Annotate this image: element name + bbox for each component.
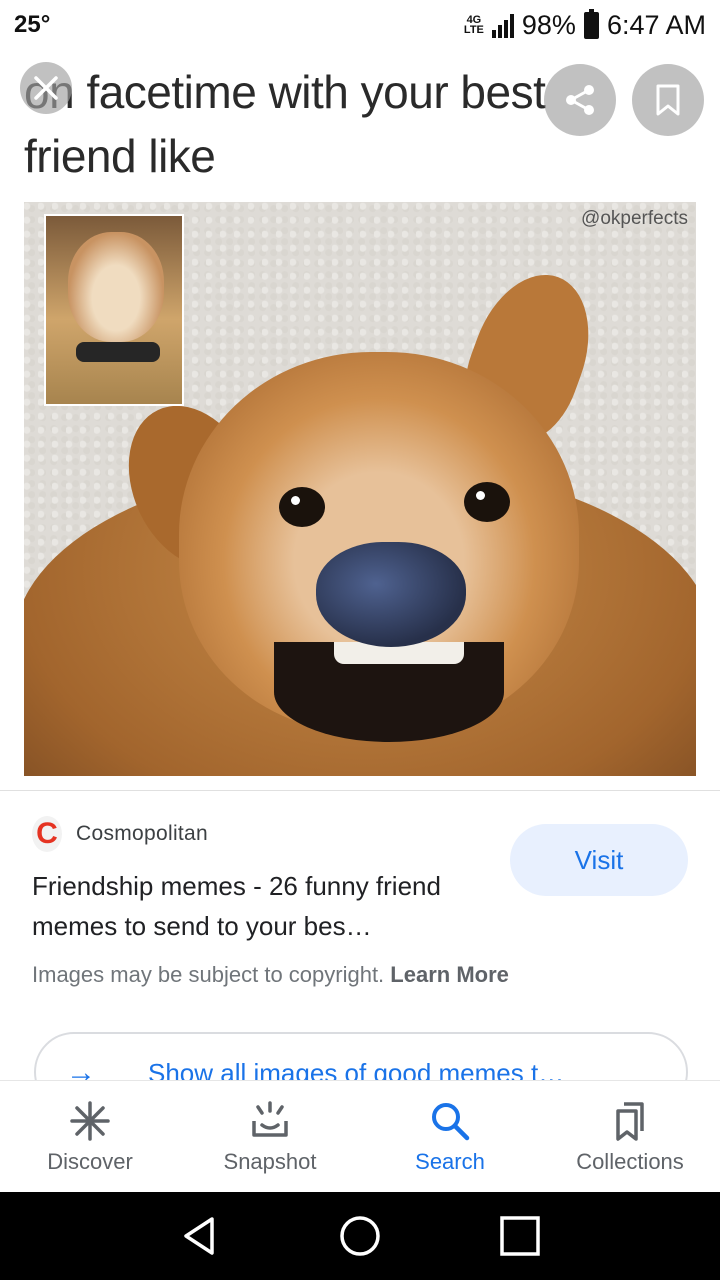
copyright-notice: Images may be subject to copyright. Lear… (32, 962, 509, 988)
source-logo: C (32, 816, 62, 852)
clock: 6:47 AM (606, 9, 706, 40)
bookmark-button[interactable] (632, 64, 704, 136)
meme-image[interactable]: on facetime with your best friend like @… (0, 50, 720, 790)
back-icon[interactable] (178, 1214, 222, 1258)
dog-photo: @okperfects (24, 202, 696, 776)
bottom-nav: Discover Snapshot Search Collections (0, 1080, 720, 1192)
source[interactable]: C Cosmopolitan (32, 816, 208, 852)
source-name: Cosmopolitan (76, 822, 208, 845)
nav-collections[interactable]: Collections (540, 1081, 720, 1192)
recents-icon[interactable] (498, 1214, 542, 1258)
copyright-text: Images may be subject to copyright. (32, 962, 385, 987)
search-icon (432, 1103, 470, 1141)
nav-search[interactable]: Search (360, 1081, 540, 1192)
system-nav-bar (0, 1192, 720, 1280)
bookmark-icon (656, 84, 680, 116)
watermark: @okperfects (581, 208, 688, 229)
close-icon (34, 76, 58, 100)
inset-dog (68, 232, 164, 342)
snapshot-icon (252, 1101, 288, 1137)
collections-icon (616, 1102, 644, 1141)
signal-icon (491, 12, 514, 38)
dog-nose (316, 542, 466, 647)
dog-eye (279, 487, 325, 527)
result-title[interactable]: Friendship memes - 26 funny friend memes… (32, 866, 492, 946)
inset-collar (76, 342, 160, 362)
network-indicator: 4G LTE (463, 15, 484, 36)
screen: 25° 4G LTE 98% 6:47 AM on facetime with … (0, 0, 720, 1280)
share-icon (566, 85, 594, 115)
status-bar: 25° 4G LTE 98% 6:47 AM (0, 0, 720, 50)
asterisk-icon (70, 1101, 110, 1141)
network-subtype: LTE (463, 24, 484, 36)
temperature: 25° (14, 11, 51, 38)
learn-more-link[interactable]: Learn More (390, 962, 509, 987)
nav-label: Discover (47, 1149, 133, 1174)
facetime-inset (44, 214, 184, 406)
dog-eye (464, 482, 510, 522)
nav-label: Collections (576, 1149, 684, 1174)
battery-icon (583, 8, 599, 39)
status-icons: 4G LTE 98% 6:47 AM (463, 8, 706, 41)
nav-discover[interactable]: Discover (0, 1081, 180, 1192)
close-button[interactable] (20, 62, 72, 114)
visit-button[interactable]: Visit (510, 824, 688, 896)
share-button[interactable] (544, 64, 616, 136)
divider (0, 790, 720, 791)
home-icon[interactable] (338, 1214, 382, 1258)
nav-label: Search (415, 1149, 485, 1174)
nav-snapshot[interactable]: Snapshot (180, 1081, 360, 1192)
nav-label: Snapshot (223, 1149, 317, 1174)
battery-percent: 98% (521, 9, 576, 40)
